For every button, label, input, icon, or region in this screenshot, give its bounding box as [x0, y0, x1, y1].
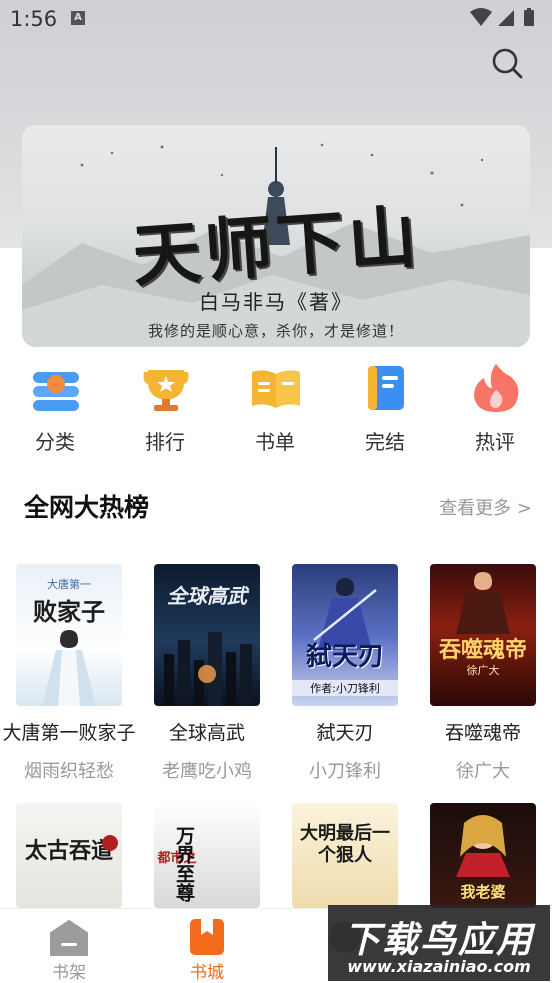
book-author: 徐广大: [456, 761, 510, 782]
cover-seal: [102, 835, 118, 851]
book-cover: 太古吞道: [16, 803, 122, 908]
banner-author: 白马非马《著》: [199, 290, 353, 314]
book-title: 全球高武: [168, 722, 245, 744]
see-more-link[interactable]: 查看更多 >: [439, 494, 532, 520]
book-author: 烟雨织轻愁: [24, 761, 114, 782]
promo-banner[interactable]: 天师下山 白马非马《著》 我修的是顺心意，杀你，才是修道！: [22, 125, 530, 347]
bookshelf-icon: [50, 920, 88, 956]
category-ranking[interactable]: 排行: [110, 360, 220, 460]
book-card[interactable]: 大唐第一 败家子 大唐第一败家子 烟雨织轻愁: [0, 564, 138, 794]
book-cover: 我老婆: [430, 803, 536, 908]
cover-title: 我老婆: [460, 883, 506, 901]
book-title: 大唐第一败家子: [2, 722, 136, 744]
search-icon[interactable]: [490, 46, 524, 80]
category-label: 分类: [35, 430, 75, 454]
battery-icon: [524, 10, 534, 26]
status-time: 1:56: [10, 7, 58, 31]
status-bar: 1:56 A: [0, 0, 552, 36]
book-card[interactable]: 我老婆: [414, 803, 552, 908]
category-completed[interactable]: 完结: [330, 360, 440, 460]
completed-book-icon: [368, 366, 404, 410]
cover-title: 全球高武: [167, 584, 247, 608]
cover-figure: [456, 572, 510, 634]
cover-figure: [42, 630, 96, 706]
cover-subtitle: 大唐第一: [47, 578, 91, 591]
cover-title: 万界至尊: [173, 826, 195, 902]
watermark: 下载鸟应用 www.xiazainiao.com: [328, 905, 550, 981]
book-cover: 弑天刃 作者:小刀锋利: [292, 564, 398, 706]
category-booklist[interactable]: 书单: [220, 360, 330, 460]
notification-icon: A: [71, 11, 85, 25]
watermark-url: www.xiazainiao.com: [347, 957, 531, 976]
cover-title: 大明最后一个狠人: [300, 823, 390, 866]
cover-city: [164, 632, 252, 706]
category-classify[interactable]: 分类: [0, 360, 110, 460]
nav-label: 书架: [52, 963, 86, 983]
book-title: 吞噬魂帝: [444, 722, 521, 744]
cover-title: 败家子: [33, 597, 105, 626]
book-cover: 大唐第一 败家子: [16, 564, 122, 706]
book-author: 小刀锋利: [309, 761, 381, 782]
flame-icon: [474, 364, 519, 412]
banner-tagline: 我修的是顺心意，杀你，才是修道！: [147, 322, 404, 340]
book-author: 老鹰吃小鸡: [162, 761, 252, 782]
wifi-icon: [470, 8, 492, 26]
cover-title: 吞噬魂帝: [438, 637, 527, 663]
nav-tab-bookshelf[interactable]: 书架: [0, 909, 138, 983]
category-row: 分类 排行 书单 完结 热评: [0, 360, 552, 460]
book-card[interactable]: 大明最后一个狠人: [276, 803, 414, 908]
bookstore-icon: [190, 919, 224, 955]
cover-title: 弑天刃: [305, 642, 384, 672]
cover-figure: [456, 815, 510, 877]
cover-subtitle: 徐广大: [466, 664, 500, 677]
status-icons: [470, 8, 534, 26]
book-list-icon: [252, 370, 300, 408]
nav-label: 书城: [190, 963, 224, 983]
section-title: 全网大热榜: [24, 493, 150, 522]
book-title: 弑天刃: [316, 722, 374, 744]
trophy-icon: [143, 370, 189, 411]
category-label: 完结: [365, 430, 405, 454]
category-hot-reviews[interactable]: 热评: [440, 360, 550, 460]
category-label: 排行: [145, 430, 185, 454]
category-label: 热评: [475, 430, 515, 454]
book-card[interactable]: 弑天刃 作者:小刀锋利 弑天刃 小刀锋利: [276, 564, 414, 794]
category-icon: [33, 372, 79, 411]
book-card[interactable]: 吞噬魂帝 徐广大 吞噬魂帝 徐广大: [414, 564, 552, 794]
book-card[interactable]: 都市之 万界至尊: [138, 803, 276, 908]
watermark-title: 下载鸟应用: [343, 920, 534, 961]
book-cover: 全球高武: [154, 564, 260, 706]
book-card[interactable]: 太古吞道: [0, 803, 138, 908]
cover-subtitle: 作者:小刀锋利: [292, 680, 398, 696]
signal-icon: [498, 10, 514, 26]
nav-tab-bookstore[interactable]: 书城: [138, 909, 276, 983]
book-cover: 都市之 万界至尊: [154, 803, 260, 908]
category-label: 书单: [255, 430, 295, 454]
book-card[interactable]: 全球高武 全球高武 老鹰吃小鸡: [138, 564, 276, 794]
book-cover: 吞噬魂帝 徐广大: [430, 564, 536, 706]
book-cover: 大明最后一个狠人: [292, 803, 398, 908]
